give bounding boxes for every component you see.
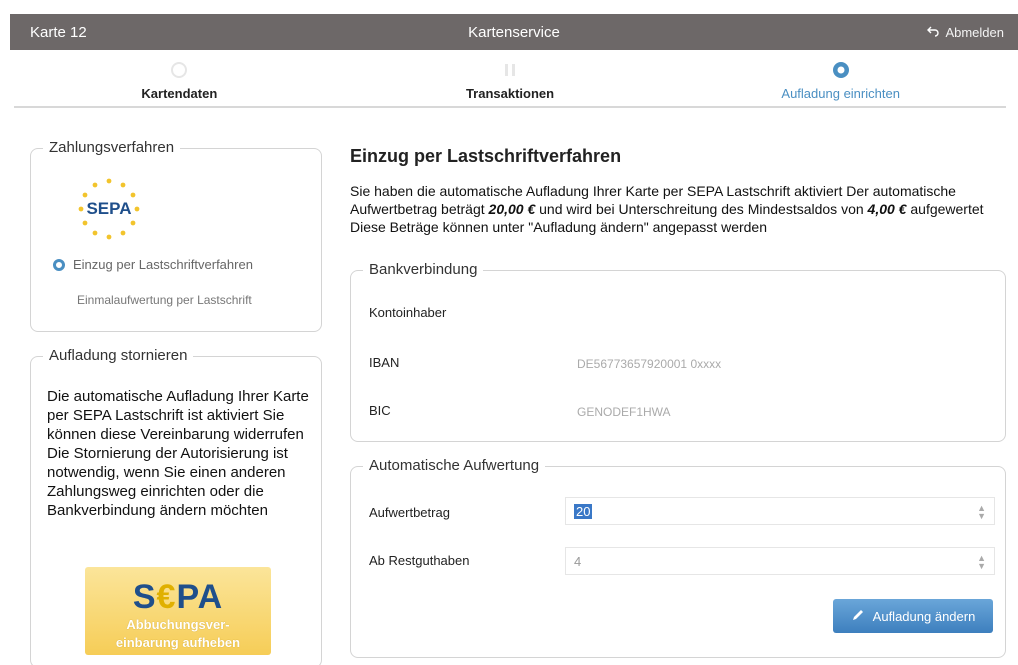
revoke-mandate-line1: Abbuchungsver- — [126, 617, 230, 632]
bank-account-box: Bankverbindung Kontoinhaber IBAN DE56773… — [350, 261, 1006, 442]
card-name: Karte 12 — [30, 23, 87, 41]
recharge-amount-value: 20 — [574, 503, 593, 519]
tab-label: Transaktionen — [465, 86, 555, 101]
tab-card-data[interactable]: Kartendaten — [14, 58, 345, 106]
option-direct-debit[interactable]: Einzug per Lastschriftverfahren — [53, 257, 253, 272]
logo-pa: PA — [176, 578, 224, 616]
iban-label: IBAN — [369, 355, 400, 370]
top-bar: Karte 12 Kartenservice Abmelden — [10, 14, 1018, 50]
rest-balance-value: 4 — [574, 553, 582, 569]
intro-b: und wird bei Unterschreitung des Mindest… — [535, 201, 868, 217]
stepper-icon[interactable]: ▲ ▼ — [977, 504, 986, 521]
sepa-stars-logo: SEPA — [71, 171, 147, 247]
option-direct-debit-label: Einzug per Lastschriftverfahren — [73, 257, 253, 272]
bank-account-legend: Bankverbindung — [363, 261, 484, 278]
intro-text: Sie haben die automatische Aufladung Ihr… — [350, 182, 1018, 236]
tab-setup-recharge[interactable]: Aufladung einrichten — [675, 58, 1006, 106]
tab-label: Kartendaten — [141, 86, 218, 101]
recharge-amount-input[interactable]: 20 ▲ ▼ — [565, 497, 995, 525]
transactions-icon — [500, 60, 520, 80]
bic-label: BIC — [369, 403, 391, 418]
logo-s: S — [132, 578, 157, 616]
cancel-text-1: Die automatische Aufladung Ihrer Karte p… — [47, 388, 309, 443]
revoke-mandate-line2: einbarung aufheben — [115, 635, 241, 650]
cancel-text-2: Die Stornierung der Autorisierung ist no… — [47, 445, 288, 519]
bic-value: GENODEF1HWA — [577, 405, 671, 419]
auto-recharge-box: Automatische Aufwertung Aufwertbetrag 20… — [350, 457, 1006, 658]
logo-euro: € — [156, 578, 177, 616]
logout-icon — [927, 25, 940, 40]
logout-label: Abmelden — [945, 24, 1004, 40]
min-balance: 4,00 € — [867, 201, 907, 217]
payment-method-legend: Zahlungsverfahren — [43, 139, 181, 156]
cancel-recharge-box: Aufladung stornieren Die automatische Au… — [30, 347, 322, 665]
page-title: Kartenservice — [468, 23, 560, 41]
revoke-mandate-button[interactable]: S€PA Abbuchungsver- einbarung aufheben — [85, 567, 271, 655]
change-recharge-button[interactable]: Aufladung ändern — [833, 599, 993, 633]
pencil-icon — [851, 608, 865, 625]
tab-label: Aufladung einrichten — [781, 86, 900, 101]
rest-balance-label: Ab Restguthaben — [369, 553, 470, 568]
owner-label: Kontoinhaber — [369, 305, 447, 320]
logout-button[interactable]: Abmelden — [927, 25, 1004, 40]
stepper-icon[interactable]: ▲ ▼ — [977, 554, 986, 571]
rest-balance-input[interactable]: 4 ▲ ▼ — [565, 547, 995, 575]
recharge-amount: 20,00 € — [488, 201, 536, 217]
recharge-amount-label: Aufwertbetrag — [369, 505, 450, 520]
steps-nav: Kartendaten Transaktionen Aufladung einr… — [14, 58, 1006, 108]
card-data-icon — [169, 60, 189, 80]
payment-method-box: Zahlungsverfahren SEPA Einzug per Lastsc… — [30, 139, 322, 332]
iban-value: DE56773657920001 0xxxx — [577, 357, 722, 371]
gear-icon — [831, 60, 851, 80]
option-onetime[interactable]: Einmalaufwertung per Lastschrift — [77, 293, 252, 307]
radio-selected-icon[interactable] — [53, 258, 65, 271]
auto-recharge-legend: Automatische Aufwertung — [363, 457, 546, 474]
tab-transactions[interactable]: Transaktionen — [345, 58, 676, 106]
change-recharge-label: Aufladung ändern — [872, 608, 976, 624]
cancel-recharge-legend: Aufladung stornieren — [43, 347, 194, 364]
sepa-button-logo: S€PA — [133, 579, 223, 615]
section-heading: Einzug per Lastschriftverfahren — [350, 146, 622, 166]
sepa-logo-text: SEPA — [86, 199, 132, 218]
cancel-description: Die automatische Aufladung Ihrer Karte p… — [47, 387, 313, 520]
